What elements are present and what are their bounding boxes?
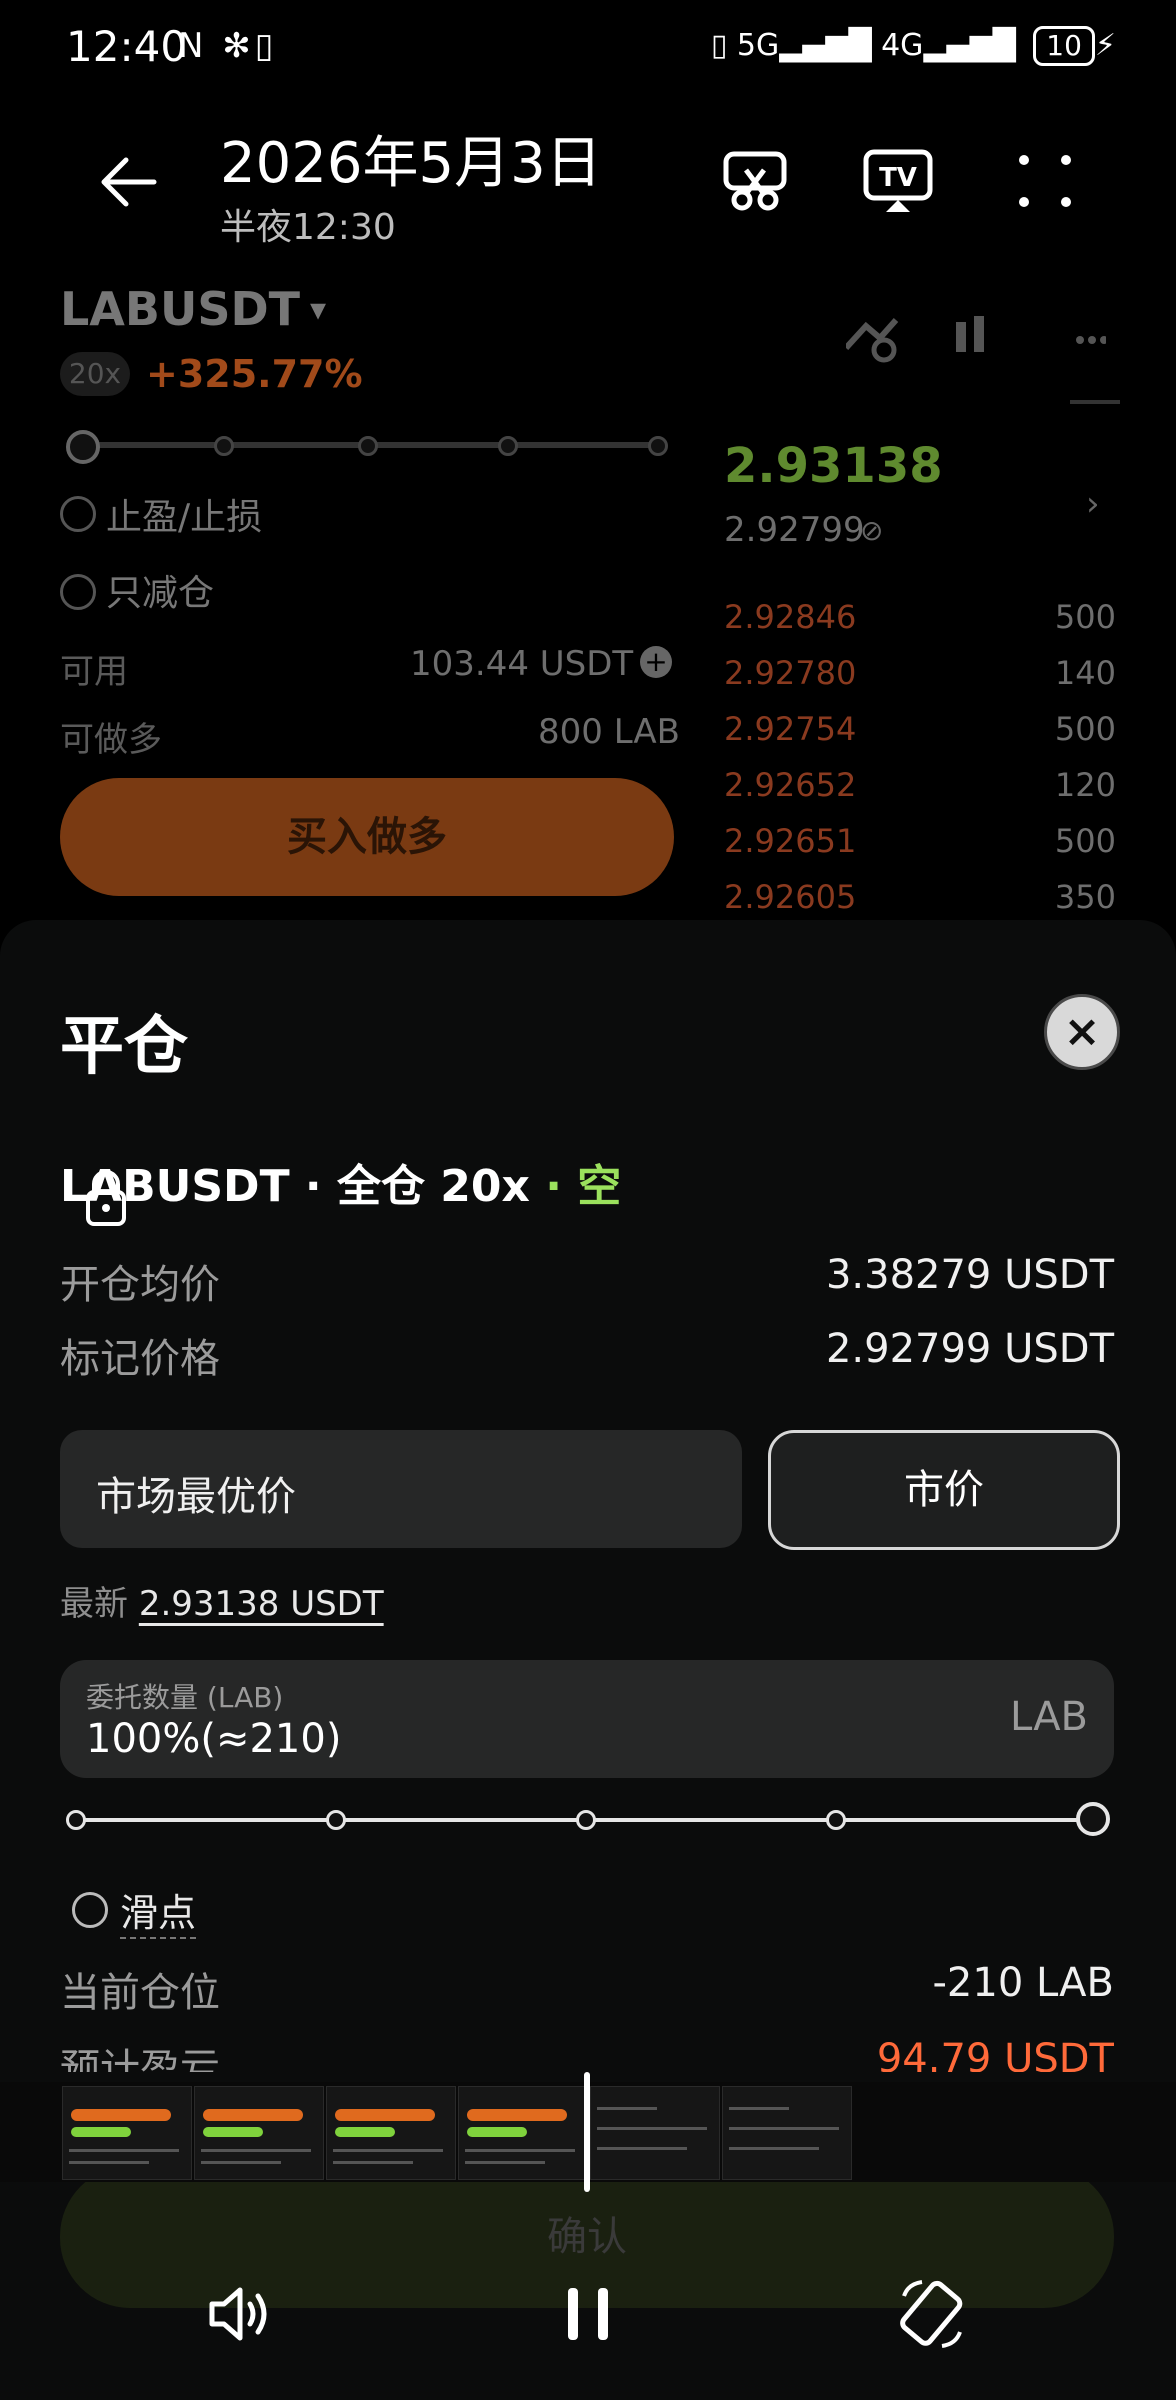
orderbook-row[interactable]: 2.92780 140 — [724, 654, 1116, 710]
vibrate-icon: ▯ — [710, 28, 737, 63]
slippage-label: 滑点 — [120, 1882, 197, 1939]
leverage-badge: 20x — [60, 352, 130, 396]
avg-entry-label: 开仓均价 — [60, 1262, 220, 1308]
slider-dot[interactable] — [576, 1810, 596, 1830]
est-pnl-label: 预计盈亏 — [60, 2046, 220, 2072]
chevron-right-icon[interactable]: › — [1086, 484, 1100, 524]
tp-sl-checkbox[interactable] — [60, 496, 96, 532]
slider-dot — [214, 436, 234, 456]
close-icon[interactable]: × — [1044, 994, 1120, 1070]
latest-label: 最新 — [60, 1584, 128, 1624]
orderbook-row[interactable]: 2.92651 500 — [724, 822, 1116, 878]
market-price-button[interactable]: 市价 — [768, 1430, 1120, 1550]
position-side: · 空 — [545, 1161, 622, 1212]
video-thumbnail[interactable] — [722, 2086, 852, 2180]
reduce-only-checkbox[interactable] — [60, 574, 96, 610]
leverage-slider-thumb[interactable] — [66, 430, 100, 464]
buy-long-button[interactable]: 买入做多 — [60, 778, 674, 896]
orderbook-row[interactable]: 2.92652 120 — [724, 766, 1116, 822]
orderbook-divider — [1070, 400, 1120, 404]
slider-dot — [358, 436, 378, 456]
status-bar: 12:40 N ✻▯ ▯ 5G▂▄▆█ 4G▂▄▆█ 10 ⚡ — [0, 0, 1176, 100]
latest-value[interactable]: 2.93138 USDT — [139, 1584, 384, 1624]
latest-price: 最新 2.93138 USDT — [60, 1576, 384, 1625]
more-grid-icon[interactable] — [1010, 146, 1080, 220]
price-type-value: 市场最优价 — [96, 1474, 296, 1520]
chevron-down-icon: ▾ — [310, 290, 327, 328]
mark-price-label: 标记价格 — [60, 1336, 220, 1382]
max-long-value: 800 LAB — [538, 712, 681, 752]
quantity-value: 100%(≈210) — [86, 1716, 342, 1762]
quantity-unit: LAB — [1009, 1694, 1088, 1740]
svg-text:TV: TV — [879, 163, 917, 193]
max-long-label: 可做多 — [60, 720, 162, 760]
position-summary: LABUSDT · 全仓 20x · 空 — [60, 1150, 621, 1214]
back-arrow-icon[interactable] — [96, 150, 160, 218]
playhead[interactable] — [584, 2072, 590, 2192]
mark-price-value: 2.92799 USDT — [825, 1326, 1114, 1372]
slider-dot[interactable] — [826, 1810, 846, 1830]
slider-dot[interactable] — [326, 1810, 346, 1830]
photo-date-title: 2026年5月3日 — [220, 131, 602, 196]
pnl-percent: +325.77% — [146, 352, 363, 396]
pause-icon[interactable] — [560, 2276, 616, 2356]
slider-dot — [498, 436, 518, 456]
scissors-icon[interactable] — [720, 146, 790, 220]
tv-cast-icon[interactable]: TV — [862, 146, 934, 220]
quantity-input[interactable]: 委托数量 (LAB) 100%(≈210) LAB — [60, 1660, 1114, 1778]
video-thumbnail[interactable] — [62, 2086, 192, 2180]
avg-entry-row: 开仓均价 3.38279 USDT — [60, 1252, 1114, 1312]
lock-icon — [84, 1168, 128, 1232]
tp-sl-label: 止盈/止损 — [106, 497, 263, 538]
video-thumbnail[interactable] — [326, 2086, 456, 2180]
margin-mode: · 全仓 20x — [304, 1161, 530, 1212]
available-value: 103.44 USDT — [410, 644, 634, 684]
battery-icon: 10 — [1033, 26, 1095, 66]
photo-time-subtitle: 半夜12:30 — [220, 207, 396, 248]
signal-icon: ▂▄▆█ — [779, 28, 882, 63]
background-symbol: LABUSDT — [60, 282, 301, 336]
mark-price-row: 标记价格 2.92799 USDT — [60, 1326, 1114, 1386]
estimated-pnl-row: 预计盈亏 94.79 USDT — [60, 2036, 1114, 2072]
video-thumbnail[interactable] — [194, 2086, 324, 2180]
reduce-only-label: 只减仓 — [106, 573, 215, 614]
rotate-screen-icon[interactable] — [894, 2276, 970, 2356]
status-right-icons: ▯ 5G▂▄▆█ 4G▂▄▆█ 10 ⚡ — [711, 26, 1116, 66]
sheet-title: 平仓 — [60, 1010, 188, 1084]
network-5g-icon: 5G — [736, 28, 780, 63]
current-position-label: 当前仓位 — [60, 1970, 220, 2016]
current-position-value: -210 LAB — [932, 1960, 1114, 2006]
quantity-slider-thumb[interactable] — [1076, 1802, 1110, 1836]
video-thumbnail[interactable] — [458, 2086, 588, 2180]
volume-icon[interactable] — [204, 2276, 280, 2356]
quantity-label: 委托数量 (LAB) — [86, 1681, 284, 1714]
last-price: 2.93138 — [724, 438, 943, 494]
add-funds-icon[interactable]: + — [640, 646, 672, 678]
video-thumbnail[interactable] — [590, 2086, 720, 2180]
avg-entry-value: 3.38279 USDT — [825, 1252, 1114, 1298]
mark-price: 2.92799 — [724, 510, 865, 550]
network-4g-icon: 4G — [881, 28, 924, 63]
est-pnl-value: 94.79 USDT — [876, 2036, 1114, 2072]
signal-icon: ▂▄▆█ — [923, 28, 1016, 63]
price-type-field[interactable]: 市场最优价 — [60, 1430, 742, 1548]
chart-tools-icon — [843, 308, 1108, 372]
orderbook-row[interactable]: 2.92754 500 — [724, 710, 1116, 766]
available-label: 可用 — [60, 652, 128, 692]
orderbook-row[interactable]: 2.92846 500 — [724, 598, 1116, 654]
slippage-checkbox[interactable] — [72, 1892, 108, 1928]
status-left-icons: N ✻▯ — [178, 26, 278, 66]
charging-icon: ⚡ — [1094, 28, 1116, 63]
eye-off-icon: ⊘ — [860, 514, 884, 547]
slider-dot[interactable] — [66, 1810, 86, 1830]
status-time: 12:40 — [66, 22, 188, 71]
slider-dot — [648, 436, 668, 456]
